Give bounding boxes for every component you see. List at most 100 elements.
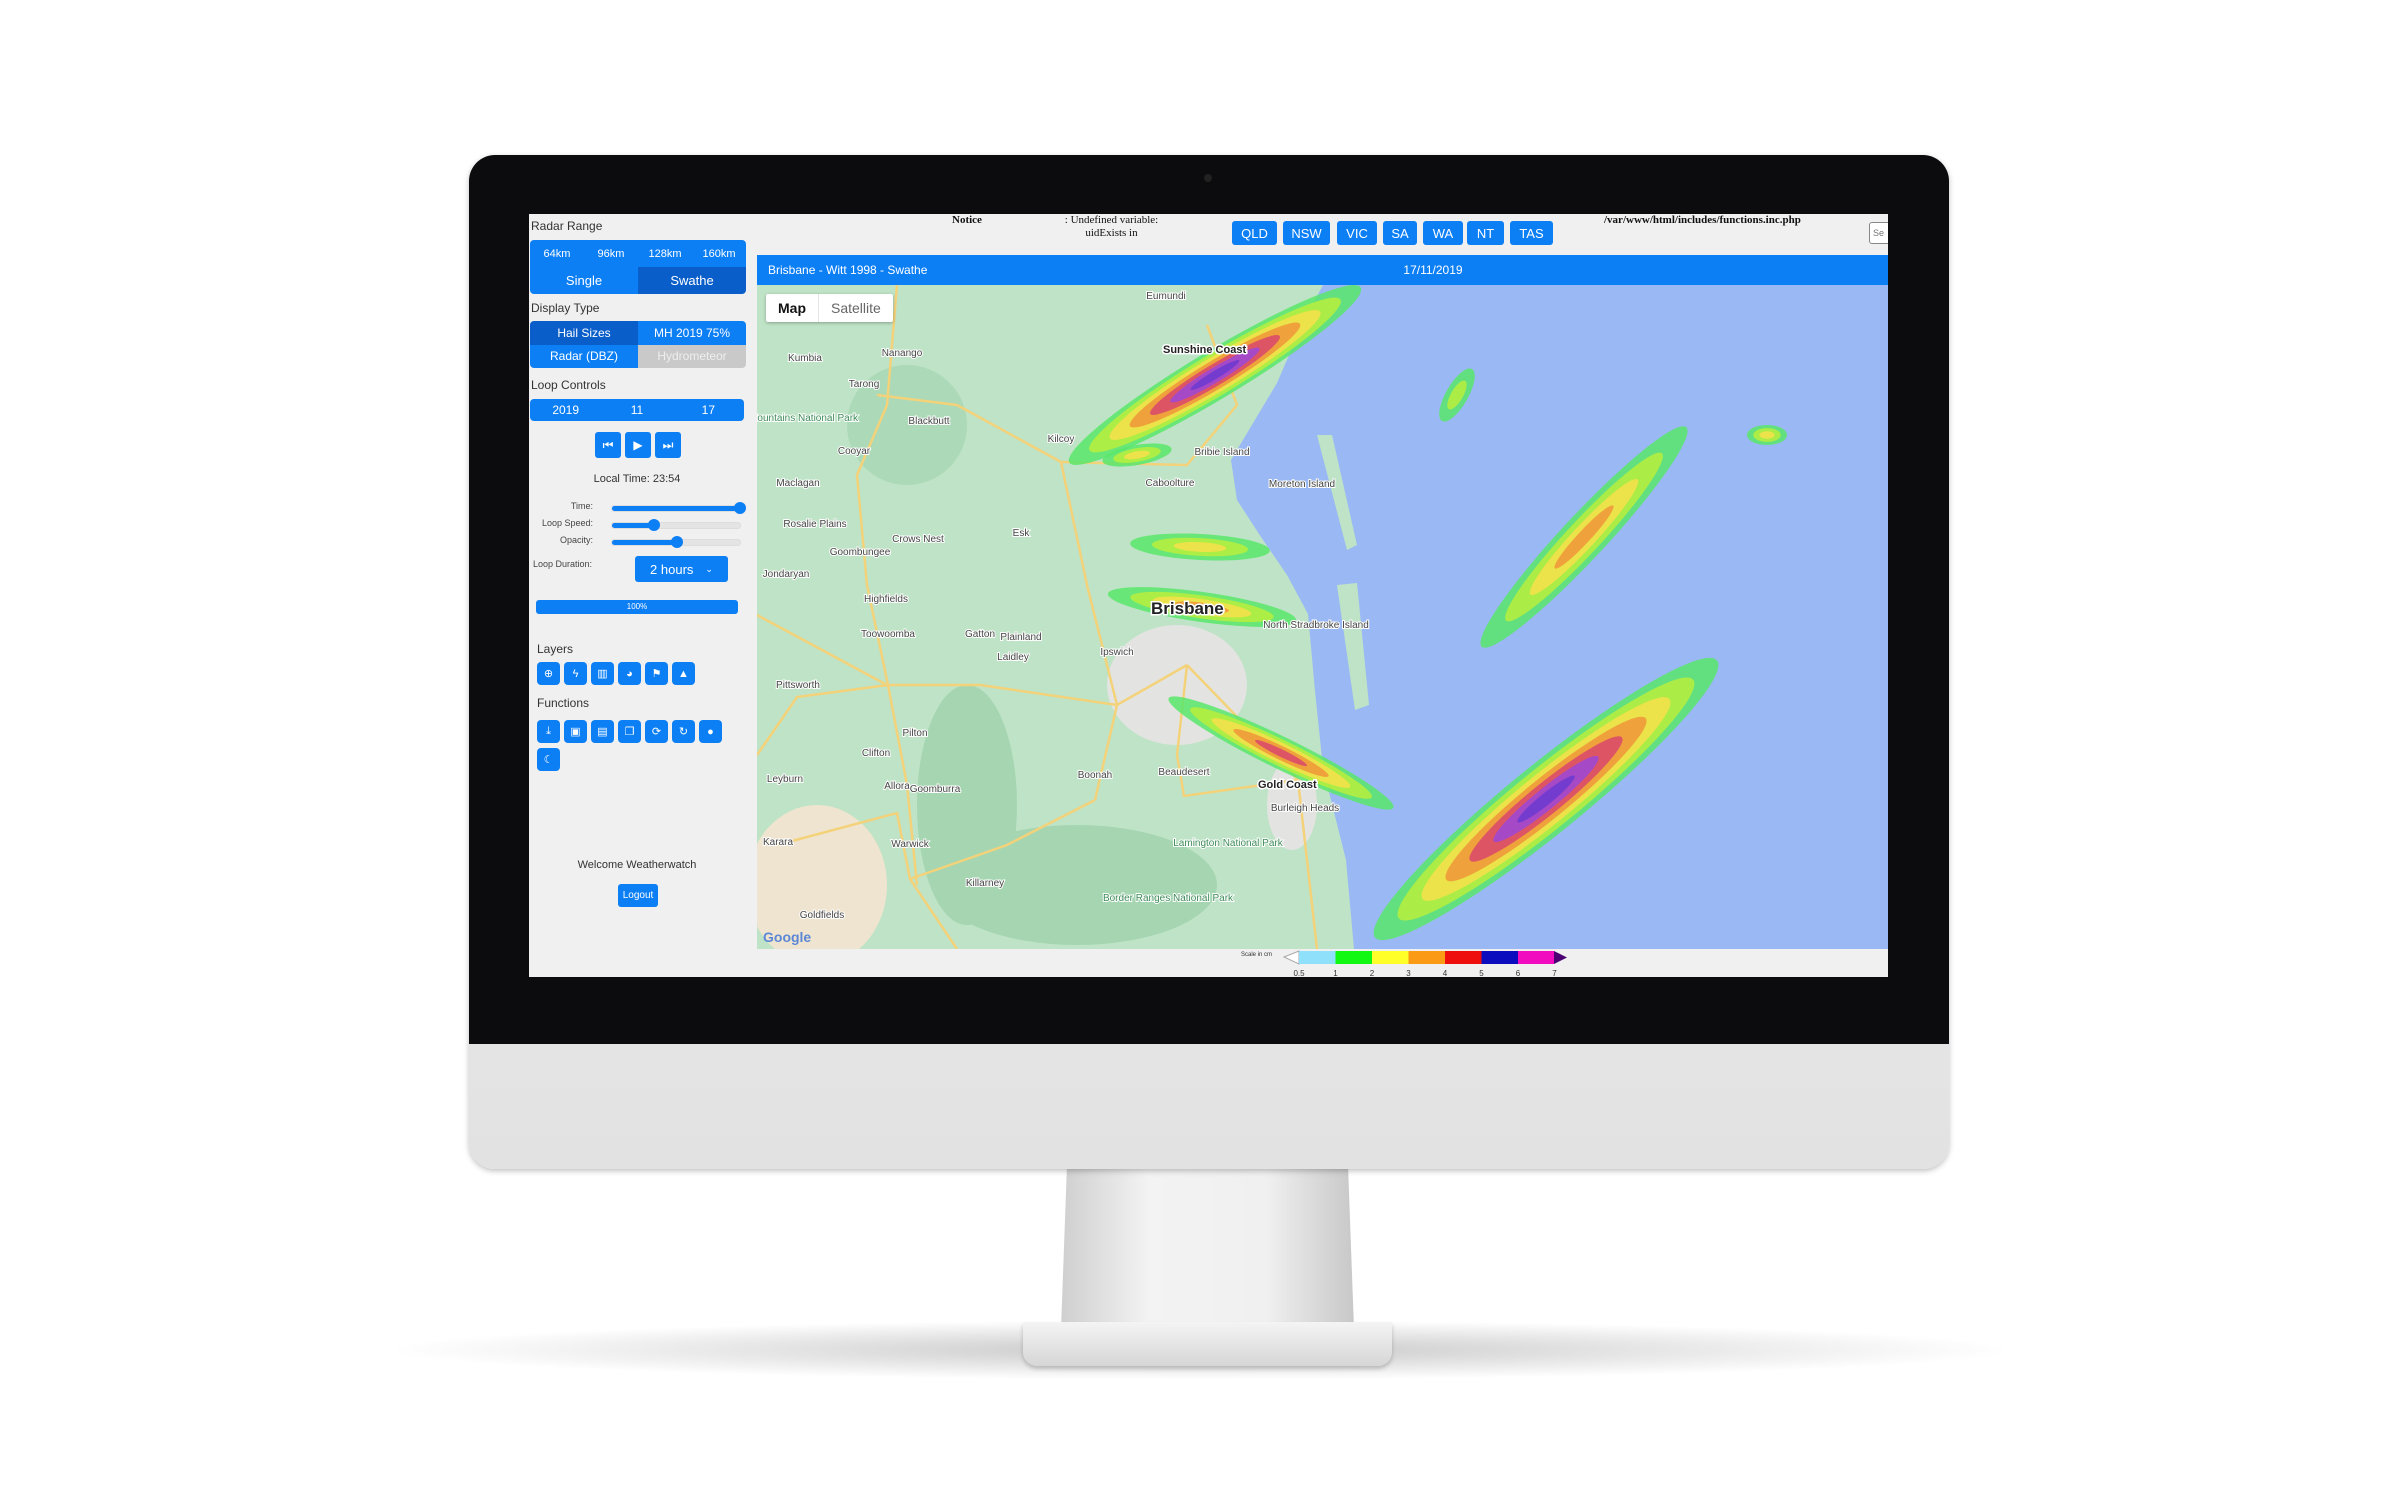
slider-thumb[interactable] <box>671 536 684 548</box>
layer-map-button[interactable]: ▥ <box>591 662 614 685</box>
google-logo: Google <box>763 929 812 945</box>
function-map-pin-button[interactable]: ● <box>699 720 722 743</box>
legend-swatch <box>1445 951 1482 964</box>
function-sync-button[interactable]: ⟳ <box>645 720 668 743</box>
range-128km[interactable]: 128km <box>638 240 692 267</box>
year-select[interactable]: 2019 <box>530 399 602 421</box>
place-label: Laidley <box>997 652 1029 663</box>
radar-header-bar: Brisbane - Witt 1998 - Swathe 17/11/2019 <box>757 255 1888 285</box>
progress-fill: 100% <box>536 600 738 614</box>
radar-echo <box>1759 431 1775 439</box>
download-icon: ⤓ <box>546 725 551 737</box>
flag-icon: ⚑ <box>651 668 662 680</box>
day-select[interactable]: 17 <box>672 399 744 421</box>
legend-tick: 5 <box>1479 969 1484 977</box>
tab-map[interactable]: Map <box>766 294 819 322</box>
park-label: Border Ranges National Park <box>1103 893 1234 904</box>
map-canvas[interactable]: Brisbane Sunshine Coast Gold Coast Eumundi K… <box>757 285 1888 949</box>
search-input[interactable] <box>1869 222 1888 244</box>
ocean <box>1231 285 1888 949</box>
function-download-button[interactable]: ⤓ <box>537 720 560 743</box>
function-file-button[interactable]: ▤ <box>591 720 614 743</box>
map-icon: ▥ <box>597 668 608 680</box>
radar-range-label: Radar Range <box>531 219 603 233</box>
month-select[interactable]: 11 <box>601 399 673 421</box>
road <box>1093 704 1119 801</box>
legend-tick: 3 <box>1406 969 1411 977</box>
time-slider[interactable] <box>611 502 746 514</box>
radar-title: Brisbane - Witt 1998 - Swathe <box>768 263 928 277</box>
place-label: Plainland <box>1000 632 1041 643</box>
layer-lightning-button[interactable]: ϟ <box>564 662 587 685</box>
loop-speed-slider[interactable] <box>611 519 741 531</box>
radar-date: 17/11/2019 <box>1403 263 1463 277</box>
function-copy-button[interactable]: ❐ <box>618 720 641 743</box>
radar-range-group: 64km 96km 128km 160km Single Swathe <box>530 240 746 294</box>
state-nt-button[interactable]: NT <box>1467 221 1504 245</box>
state-wa-button[interactable]: WA <box>1423 221 1463 245</box>
monitor-stand-base <box>1023 1322 1392 1366</box>
place-label: Ipswich <box>1100 647 1133 658</box>
mode-single[interactable]: Single <box>530 267 638 294</box>
shapes-icon: ▲ <box>678 667 689 680</box>
place-label: Goombungee <box>830 547 891 558</box>
legend-tick: 7 <box>1552 969 1557 977</box>
place-label: Leyburn <box>767 774 803 785</box>
state-qld-button[interactable]: QLD <box>1232 221 1277 245</box>
place-label: Goldfields <box>800 910 844 921</box>
loop-date-selector: 2019 11 17 <box>530 399 744 421</box>
logout-button[interactable]: Logout <box>618 884 658 907</box>
legend-tick: 6 <box>1516 969 1521 977</box>
display-type-group: Hail Sizes MH 2019 75% Radar (DBZ) Hydro… <box>530 321 746 368</box>
place-label: Maclagan <box>776 478 819 489</box>
display-hydrometeor[interactable]: Hydrometeor <box>638 344 746 368</box>
slider-thumb[interactable] <box>734 502 746 514</box>
sidebar: Radar Range 64km 96km 128km 160km Single… <box>529 214 755 977</box>
tab-satellite[interactable]: Satellite <box>819 294 893 322</box>
place-label: Bribie Island <box>1194 447 1249 458</box>
layer-globe-button[interactable]: ◕ <box>618 662 641 685</box>
place-label: Toowoomba <box>861 629 915 640</box>
mode-swathe[interactable]: Swathe <box>638 267 746 294</box>
loop-duration-select[interactable]: 2 hours ⌄ <box>635 556 728 582</box>
place-label: Eumundi <box>1146 291 1185 302</box>
display-radar-dbz[interactable]: Radar (DBZ) <box>530 344 638 368</box>
skip-forward-button[interactable]: ⏭ <box>655 432 681 458</box>
layer-crosshair-button[interactable]: ⊕ <box>537 662 560 685</box>
sync-icon: ⟳ <box>651 726 662 738</box>
function-moon-button[interactable]: ☾ <box>537 748 560 771</box>
state-nsw-button[interactable]: NSW <box>1283 221 1330 245</box>
place-label: North Stradbroke Island <box>1263 620 1369 631</box>
place-label: Goomburra <box>910 784 961 795</box>
layer-flag-button[interactable]: ⚑ <box>645 662 668 685</box>
range-96km[interactable]: 96km <box>584 240 638 267</box>
notice-path: /var/www/html/includes/functions.inc.php <box>1604 214 1801 226</box>
display-mh-2019[interactable]: MH 2019 75% <box>638 321 746 345</box>
radar-swath <box>1747 425 1787 445</box>
welcome-text: Welcome Weatherwatch <box>577 859 697 871</box>
function-save-button[interactable]: ▣ <box>564 720 587 743</box>
map-type-control: Map Satellite <box>766 294 893 322</box>
range-160km[interactable]: 160km <box>692 240 746 267</box>
layer-shapes-button[interactable]: ▲ <box>672 662 695 685</box>
skip-back-button[interactable]: ⏮ <box>595 432 621 458</box>
state-vic-button[interactable]: VIC <box>1337 221 1377 245</box>
display-hail-sizes[interactable]: Hail Sizes <box>530 321 638 345</box>
time-slider-label: Time: <box>570 501 593 511</box>
legend-swatch <box>1372 951 1409 964</box>
road <box>757 683 889 756</box>
play-button[interactable]: ▶ <box>625 432 651 458</box>
place-label: Killarney <box>966 878 1004 889</box>
legend-min-arrow <box>1282 950 1300 965</box>
state-tas-button[interactable]: TAS <box>1510 221 1553 245</box>
place-label: Gatton <box>965 629 995 640</box>
city-label: Gold Coast <box>1258 779 1317 791</box>
radar-map[interactable]: Brisbane Sunshine Coast Gold Coast Eumundi K… <box>757 285 1888 949</box>
slider-thumb[interactable] <box>648 519 661 531</box>
function-refresh-button[interactable]: ↻ <box>672 720 695 743</box>
display-type-label: Display Type <box>531 301 600 315</box>
legend-swatch <box>1335 951 1372 964</box>
opacity-slider[interactable] <box>611 536 741 548</box>
range-64km[interactable]: 64km <box>530 240 584 267</box>
state-sa-button[interactable]: SA <box>1383 221 1417 245</box>
